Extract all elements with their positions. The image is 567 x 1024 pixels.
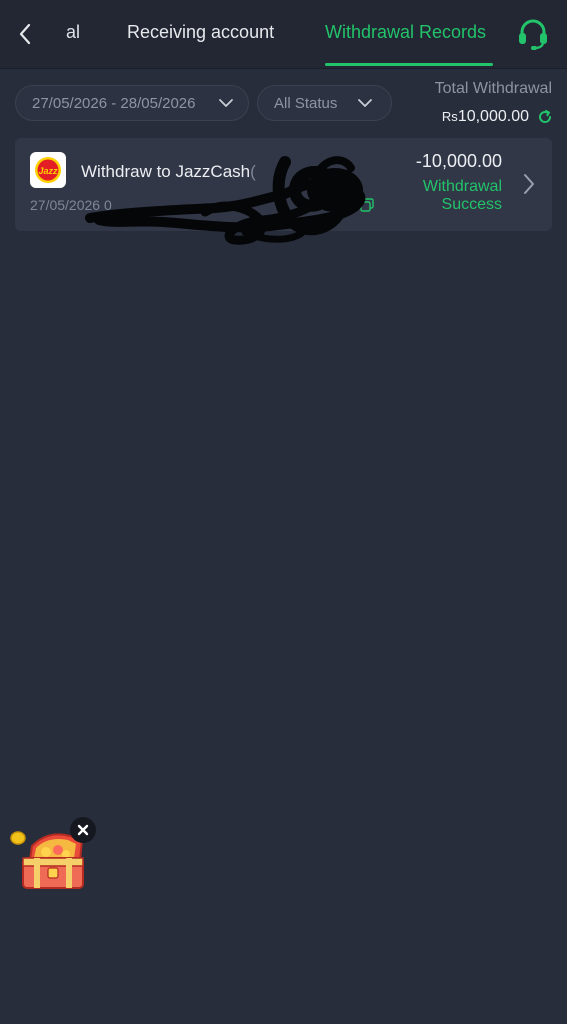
jazz-logo-mark: Jazz [35,157,61,183]
headset-icon [519,19,547,50]
redaction-scribble [85,156,366,245]
jazzcash-logo: Jazz [30,152,66,188]
date-range-value: 27/05/2026 - 28/05/2026 [32,94,196,112]
active-tab-indicator [325,63,493,66]
chevron-left-icon [19,23,31,45]
refresh-icon[interactable] [537,109,553,125]
total-withdrawal-amount: Rs10,000.00 [442,108,529,126]
total-withdrawal-label: Total Withdrawal [434,80,552,97]
customer-support-button[interactable] [512,16,554,52]
status-filter[interactable]: All Status [257,85,392,121]
top-nav-bar: al Receiving account Withdrawal Records [0,0,567,69]
status-filter-value: All Status [274,94,338,112]
date-range-filter[interactable]: 27/05/2026 - 28/05/2026 [15,85,249,121]
tab-withdrawal[interactable]: al [66,22,80,43]
record-amount: -10,000.00 [415,151,502,171]
record-status: Withdrawal Success [422,178,502,213]
chevron-down-icon [358,99,372,107]
total-withdrawal-row: Rs10,000.00 [442,108,553,126]
total-withdrawal-value: 10,000.00 [457,108,529,125]
back-button[interactable] [8,14,42,54]
tab-receiving-account[interactable]: Receiving account [127,22,274,43]
currency-symbol: Rs [441,109,458,124]
close-button[interactable] [70,817,96,843]
chevron-right-icon [524,174,534,194]
tab-withdrawal-records[interactable]: Withdrawal Records [325,22,486,43]
chevron-down-icon [219,99,233,107]
close-icon [77,824,89,836]
withdrawal-record-card[interactable]: Jazz Withdraw to JazzCash( 27/05/2026 0 … [15,138,552,245]
logo-text: Jazz [38,166,58,176]
